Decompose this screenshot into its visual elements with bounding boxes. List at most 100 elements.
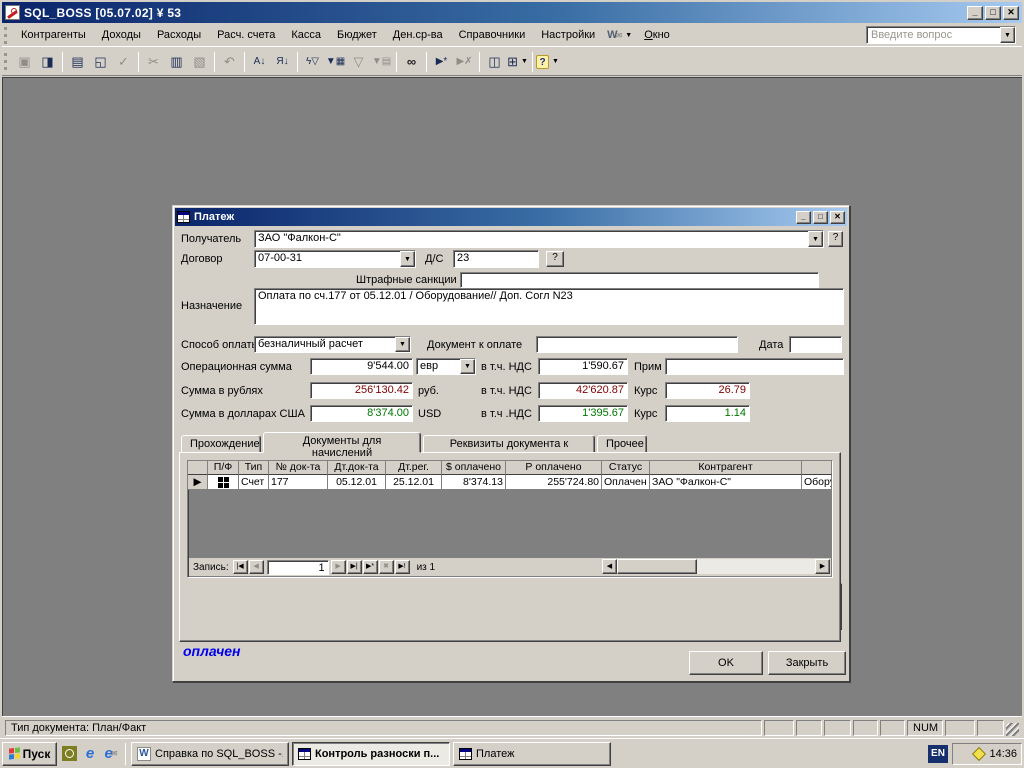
currency-combobox[interactable]: евр ▼ (416, 358, 476, 375)
menu-rasch-scheta[interactable]: Расч. счета (209, 26, 283, 44)
purpose-field[interactable]: Оплата по сч.177 от 05.12.01 / Оборудова… (254, 288, 844, 325)
recipient-help-button[interactable]: ? (828, 231, 843, 247)
outlook-express-icon[interactable]: e✉ (102, 745, 120, 763)
scrollbar-track[interactable] (697, 559, 815, 574)
spelling-icon[interactable]: ✓ (112, 51, 135, 73)
tray-app-icon[interactable] (972, 746, 986, 760)
usd-vat-field[interactable]: 1'395.67 (538, 405, 628, 422)
operational-amount-field[interactable]: 9'544.00 (310, 358, 413, 375)
scroll-right-icon[interactable]: ▶ (815, 559, 830, 574)
note-field[interactable] (665, 358, 844, 375)
column-header-usd-paid[interactable]: $ оплачено (442, 461, 506, 475)
help-icon[interactable]: ?▼ (536, 51, 559, 73)
filter-by-selection-icon[interactable]: ϟ▽ (301, 51, 324, 73)
column-header-reg-date[interactable]: Дт.рег. (386, 461, 442, 475)
undo-icon[interactable]: ↶ (218, 51, 241, 73)
ok-button[interactable]: OK (689, 651, 763, 675)
language-indicator[interactable]: EN (928, 745, 948, 763)
last-record-button[interactable]: ▶| (347, 560, 362, 574)
penalty-field[interactable] (460, 272, 819, 288)
menu-dohody[interactable]: Доходы (94, 26, 149, 44)
new-record-icon[interactable]: ▶* (430, 51, 453, 73)
ds-help-button[interactable]: ? (546, 251, 564, 267)
save-icon[interactable]: ▣ (13, 51, 36, 73)
column-header-type[interactable]: Тип (239, 461, 269, 475)
delete-record-icon[interactable]: ▶✗ (453, 51, 476, 73)
date-field[interactable] (789, 336, 842, 353)
table-row[interactable]: ▶ Счет 177 05.12.01 25.12.01 8'374.13 25… (188, 475, 832, 490)
combo-arrow-icon[interactable]: ▼ (395, 337, 410, 352)
find-file-icon[interactable]: ◨ (36, 51, 59, 73)
database-window-icon[interactable]: ◫ (483, 51, 506, 73)
next-record-button[interactable]: ▶ (331, 560, 346, 574)
tab-prochee[interactable]: Прочее (597, 435, 647, 453)
column-header-extra[interactable] (802, 461, 832, 475)
goto-record-button[interactable]: ▶! (395, 560, 410, 574)
tab-rekvizity-dokumenta[interactable]: Реквизиты документа к оплате (423, 435, 595, 453)
mail-merge-menu-button[interactable]: W✉ ▼ (603, 27, 636, 43)
ds-field[interactable]: 23 (453, 250, 539, 268)
minimize-icon[interactable]: _ (967, 6, 983, 20)
record-number-field[interactable]: 1 (267, 560, 329, 575)
menu-kontragenty[interactable]: Контрагенты (13, 26, 94, 44)
menu-spravochniki[interactable]: Справочники (451, 26, 534, 44)
usd-amount-field[interactable]: 8'374.00 (310, 405, 413, 422)
dialog-maximize-icon[interactable]: □ (813, 211, 828, 224)
menu-okno[interactable]: Окно (636, 26, 678, 44)
apply-filter-icon[interactable]: ▼▤ (370, 51, 393, 73)
usd-rate-field[interactable]: 1.14 (665, 405, 750, 422)
menu-rashody[interactable]: Расходы (149, 26, 209, 44)
first-record-button[interactable]: |◀ (233, 560, 248, 574)
column-header-contractor[interactable]: Контрагент (650, 461, 802, 475)
menu-budget[interactable]: Бюджет (329, 26, 385, 44)
new-object-icon[interactable]: ⊞▼ (506, 51, 529, 73)
ruble-amount-field[interactable]: 256'130.42 (310, 382, 413, 399)
combo-arrow-icon[interactable]: ▼ (808, 231, 823, 247)
menu-kassa[interactable]: Касса (283, 26, 329, 44)
recipient-combobox[interactable]: ЗАО "Фалкон-С" ▼ (254, 230, 824, 248)
menu-den-sredstva[interactable]: Ден.ср-ва (385, 26, 451, 44)
close-button[interactable]: Закрыть (768, 651, 846, 675)
horizontal-scrollbar[interactable]: ◀ ▶ (602, 559, 830, 574)
toolbar-drag-handle[interactable] (4, 53, 9, 70)
task-kontrol-raznoski[interactable]: Контроль разноски п... (292, 742, 450, 766)
ruble-rate-field[interactable]: 26.79 (665, 382, 750, 399)
paste-icon[interactable]: ▧ (188, 51, 211, 73)
column-header-status[interactable]: Статус (602, 461, 650, 475)
menubar-drag-handle[interactable] (4, 27, 9, 44)
print-preview-icon[interactable]: ◱ (89, 51, 112, 73)
quick-launch-clock-icon[interactable] (60, 745, 78, 763)
operational-vat-field[interactable]: 1'590.67 (538, 358, 628, 375)
scrollbar-thumb[interactable] (617, 559, 697, 574)
tab-prohozhdenie[interactable]: Прохождение (181, 435, 261, 453)
internet-explorer-icon[interactable]: e (81, 745, 99, 763)
find-icon[interactable]: ∞ (400, 51, 423, 73)
cut-icon[interactable]: ✂ (142, 51, 165, 73)
column-header-doc-date[interactable]: Дт.док-та (328, 461, 386, 475)
task-spravka-sql-boss[interactable]: W Справка по SQL_BOSS -... (131, 742, 289, 766)
sort-ascending-icon[interactable]: А↓ (248, 51, 271, 73)
sort-descending-icon[interactable]: Я↓ (271, 51, 294, 73)
resize-grip[interactable] (1006, 723, 1019, 736)
previous-record-button[interactable]: ◀ (249, 560, 264, 574)
start-button[interactable]: Пуск (2, 742, 57, 766)
column-header-rub-paid[interactable]: Р оплачено (506, 461, 602, 475)
cancel-record-button[interactable]: ✖ (379, 560, 394, 574)
ruble-vat-field[interactable]: 42'620.87 (538, 382, 628, 399)
column-header-doc-num[interactable]: № док-та (269, 461, 328, 475)
combo-arrow-icon[interactable]: ▼ (400, 251, 415, 267)
filter-by-form-icon[interactable]: ▼▦ (324, 51, 347, 73)
dialog-minimize-icon[interactable]: _ (796, 211, 811, 224)
copy-icon[interactable]: ▥ (165, 51, 188, 73)
combo-arrow-icon[interactable]: ▼ (460, 359, 475, 374)
print-icon[interactable]: ▤ (66, 51, 89, 73)
scroll-left-icon[interactable]: ◀ (602, 559, 617, 574)
column-header-pf[interactable]: П/Ф (208, 461, 239, 475)
column-header-selector[interactable] (188, 461, 208, 475)
combo-arrow-icon[interactable]: ▼ (1000, 27, 1015, 43)
contract-combobox[interactable]: 07-00-31 ▼ (254, 250, 416, 268)
pay-method-combobox[interactable]: безналичный расчет ▼ (254, 336, 411, 353)
maximize-icon[interactable]: □ (985, 6, 1001, 20)
task-platezh[interactable]: Платеж (453, 742, 611, 766)
filter-icon[interactable]: ▽ (347, 51, 370, 73)
